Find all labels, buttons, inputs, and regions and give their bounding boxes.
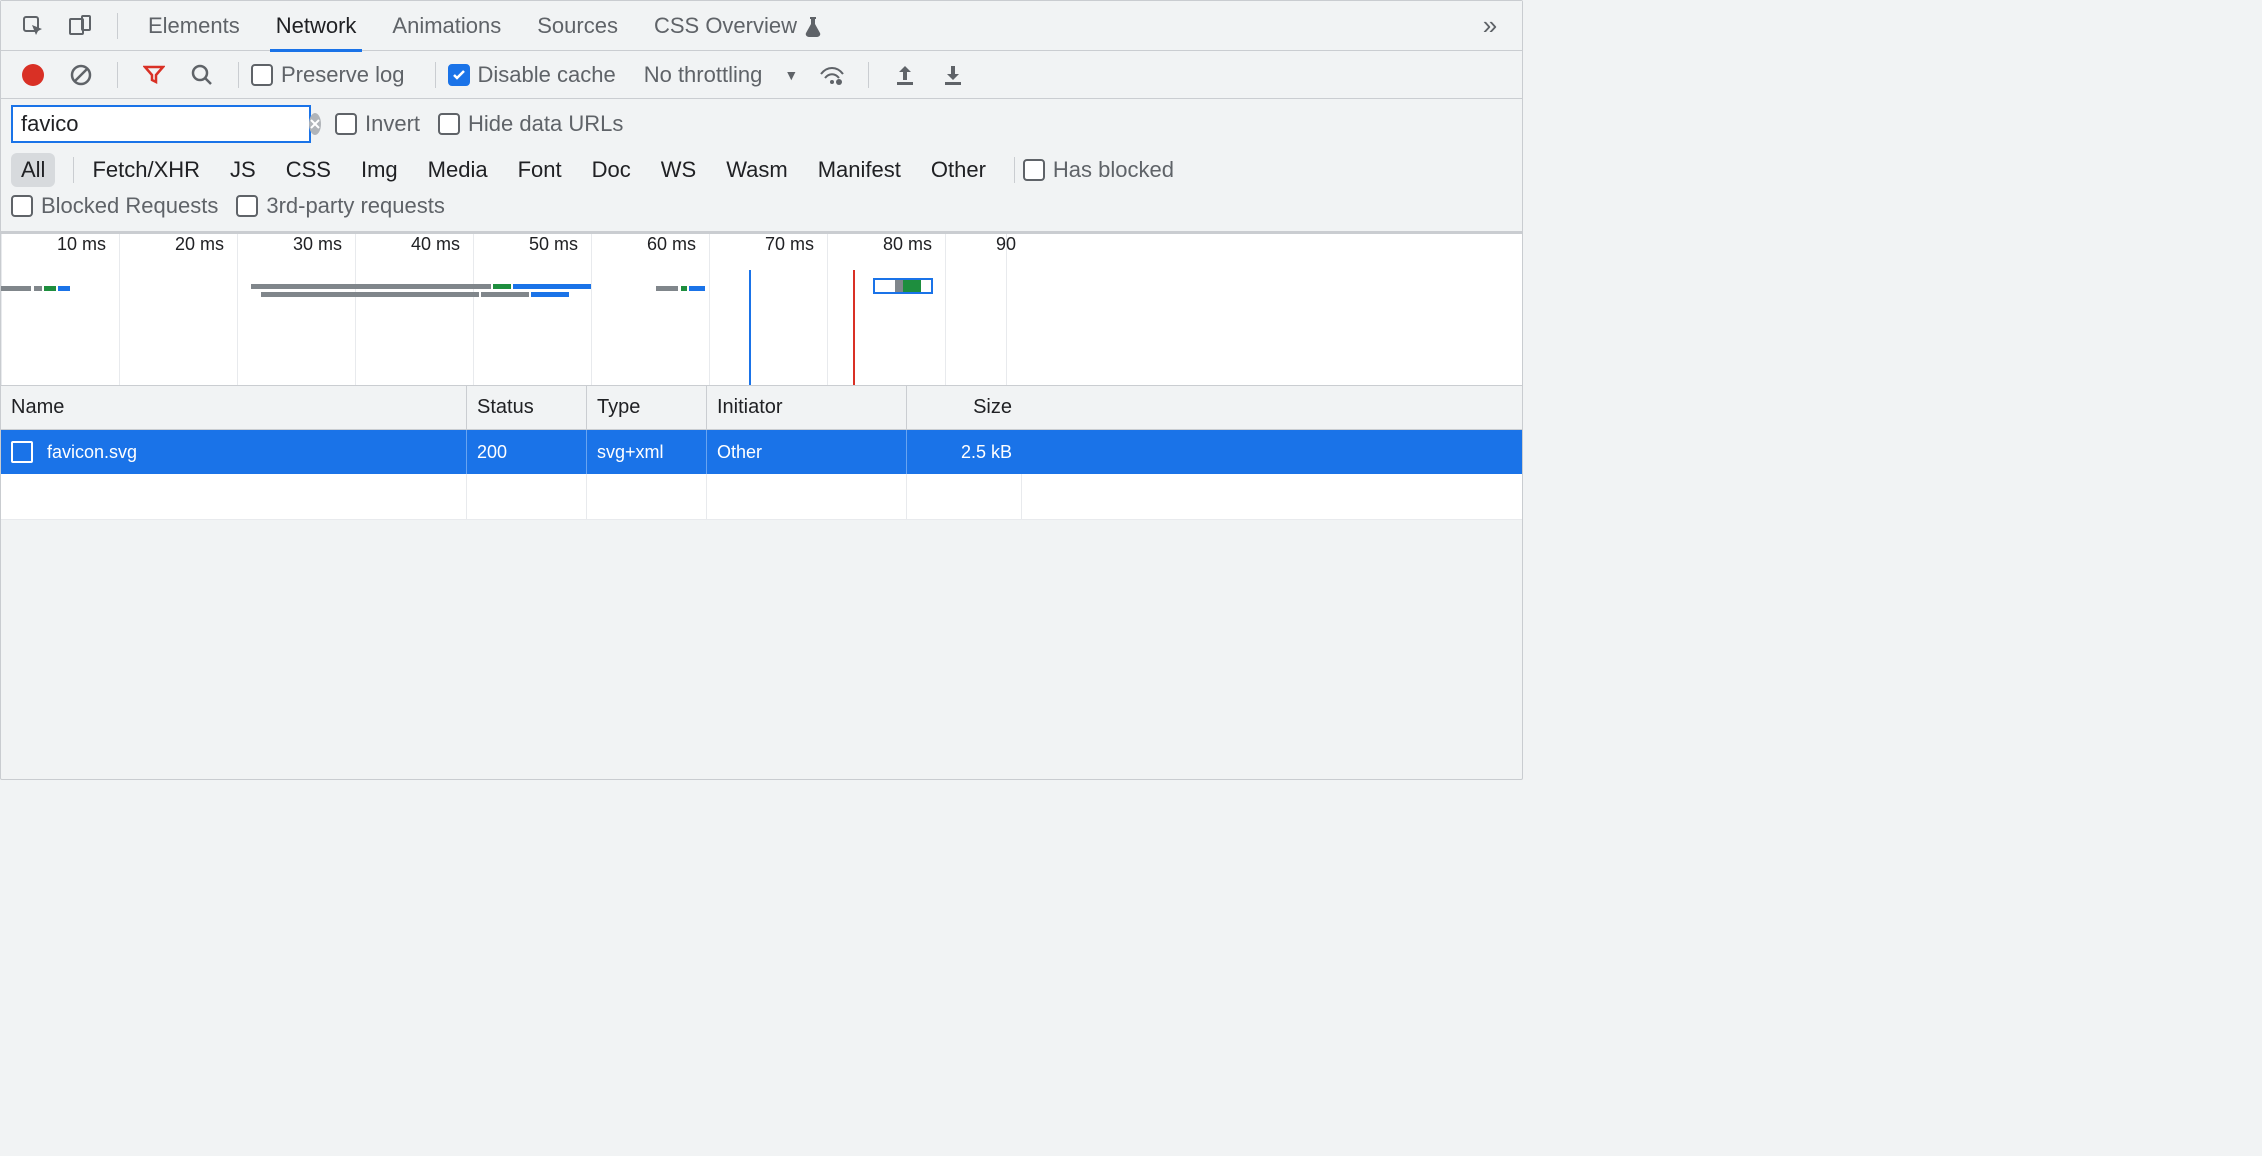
third-party-toggle[interactable]: 3rd-party requests xyxy=(236,193,445,219)
separator xyxy=(868,62,869,88)
type-img[interactable]: Img xyxy=(351,153,408,187)
tick-label: 20 ms xyxy=(175,234,224,255)
blocked-requests-toggle[interactable]: Blocked Requests xyxy=(11,193,218,219)
type-manifest[interactable]: Manifest xyxy=(808,153,911,187)
file-icon xyxy=(11,441,33,463)
filter-bar: Invert Hide data URLs xyxy=(1,99,1522,149)
tab-animations[interactable]: Animations xyxy=(374,1,519,51)
network-conditions-icon[interactable] xyxy=(814,57,850,93)
table-row[interactable]: favicon.svg 200 svg+xml Other 2.5 kB xyxy=(1,430,1522,474)
tick-label: 50 ms xyxy=(529,234,578,255)
hide-data-urls-toggle[interactable]: Hide data URLs xyxy=(438,111,623,137)
more-tabs-icon[interactable]: » xyxy=(1472,8,1508,44)
waterfall-ticks: 10 ms 20 ms 30 ms 40 ms 50 ms 60 ms 70 m… xyxy=(1,234,1522,262)
separator xyxy=(238,62,239,88)
type-doc[interactable]: Doc xyxy=(582,153,641,187)
type-js[interactable]: JS xyxy=(220,153,266,187)
chevron-down-icon: ▼ xyxy=(784,67,798,83)
separator xyxy=(435,62,436,88)
tick-label: 60 ms xyxy=(647,234,696,255)
tick-label: 30 ms xyxy=(293,234,342,255)
table-row-empty xyxy=(1,474,1522,520)
tick-label: 70 ms xyxy=(765,234,814,255)
cell-size: 2.5 kB xyxy=(907,430,1022,474)
cell-initiator: Other xyxy=(707,430,907,474)
record-button[interactable] xyxy=(15,57,51,93)
blocked-requests-label: Blocked Requests xyxy=(41,193,218,219)
separator xyxy=(1014,157,1015,183)
device-toggle-icon[interactable] xyxy=(63,8,99,44)
type-font[interactable]: Font xyxy=(508,153,572,187)
tab-network[interactable]: Network xyxy=(258,1,375,51)
col-type[interactable]: Type xyxy=(587,386,707,429)
tick-label: 40 ms xyxy=(411,234,460,255)
waterfall-overview[interactable]: 10 ms 20 ms 30 ms 40 ms 50 ms 60 ms 70 m… xyxy=(1,234,1522,386)
throttling-value: No throttling xyxy=(644,62,763,88)
hide-data-urls-label: Hide data URLs xyxy=(468,111,623,137)
checkbox-icon xyxy=(448,64,470,86)
cell-status: 200 xyxy=(467,430,587,474)
checkbox-icon xyxy=(251,64,273,86)
requests-table: Name Status Type Initiator Size favicon.… xyxy=(1,386,1522,520)
col-name[interactable]: Name xyxy=(1,386,467,429)
filter-input[interactable] xyxy=(21,111,309,137)
tick-label: 10 ms xyxy=(57,234,106,255)
tick-label: 80 ms xyxy=(883,234,932,255)
type-ws[interactable]: WS xyxy=(651,153,706,187)
filter-bar-row2: Blocked Requests 3rd-party requests xyxy=(1,187,1522,234)
checkbox-icon xyxy=(1023,159,1045,181)
type-css[interactable]: CSS xyxy=(276,153,341,187)
type-wasm[interactable]: Wasm xyxy=(716,153,798,187)
type-filter-bar: All Fetch/XHR JS CSS Img Media Font Doc … xyxy=(1,149,1522,187)
checkbox-icon xyxy=(11,195,33,217)
clear-filter-button[interactable] xyxy=(309,113,321,135)
flask-icon xyxy=(803,15,823,37)
disable-cache-label: Disable cache xyxy=(478,62,616,88)
separator xyxy=(73,157,74,183)
filter-input-container xyxy=(11,105,311,143)
download-har-icon[interactable] xyxy=(935,57,971,93)
invert-label: Invert xyxy=(365,111,420,137)
filter-toggle-icon[interactable] xyxy=(136,57,172,93)
clear-button[interactable] xyxy=(63,57,99,93)
type-media[interactable]: Media xyxy=(418,153,498,187)
third-party-label: 3rd-party requests xyxy=(266,193,445,219)
search-icon[interactable] xyxy=(184,57,220,93)
col-size[interactable]: Size xyxy=(907,386,1022,429)
has-blocked-toggle[interactable]: Has blocked xyxy=(1023,157,1174,183)
has-blocked-label: Has blocked xyxy=(1053,157,1174,183)
tab-elements[interactable]: Elements xyxy=(130,1,258,51)
upload-har-icon[interactable] xyxy=(887,57,923,93)
throttling-select[interactable]: No throttling ▼ xyxy=(634,62,808,88)
checkbox-icon xyxy=(335,113,357,135)
cell-type: svg+xml xyxy=(587,430,707,474)
disable-cache-toggle[interactable]: Disable cache xyxy=(448,62,616,88)
tick-label: 90 xyxy=(996,234,1016,255)
cell-name: favicon.svg xyxy=(47,442,137,463)
devtools-tabbar: Elements Network Animations Sources CSS … xyxy=(1,1,1522,51)
preserve-log-label: Preserve log xyxy=(281,62,405,88)
invert-toggle[interactable]: Invert xyxy=(335,111,420,137)
col-status[interactable]: Status xyxy=(467,386,587,429)
separator xyxy=(117,62,118,88)
checkbox-icon xyxy=(236,195,258,217)
checkbox-icon xyxy=(438,113,460,135)
col-initiator[interactable]: Initiator xyxy=(707,386,907,429)
table-header: Name Status Type Initiator Size xyxy=(1,386,1522,430)
preserve-log-toggle[interactable]: Preserve log xyxy=(251,62,405,88)
network-toolbar: Preserve log Disable cache No throttling… xyxy=(1,51,1522,99)
separator xyxy=(117,13,118,39)
inspect-element-icon[interactable] xyxy=(15,8,51,44)
tab-css-overview-label: CSS Overview xyxy=(654,13,797,39)
type-fetch-xhr[interactable]: Fetch/XHR xyxy=(82,153,210,187)
type-other[interactable]: Other xyxy=(921,153,996,187)
type-all[interactable]: All xyxy=(11,153,55,187)
tab-css-overview[interactable]: CSS Overview xyxy=(636,1,841,51)
tab-sources[interactable]: Sources xyxy=(519,1,636,51)
